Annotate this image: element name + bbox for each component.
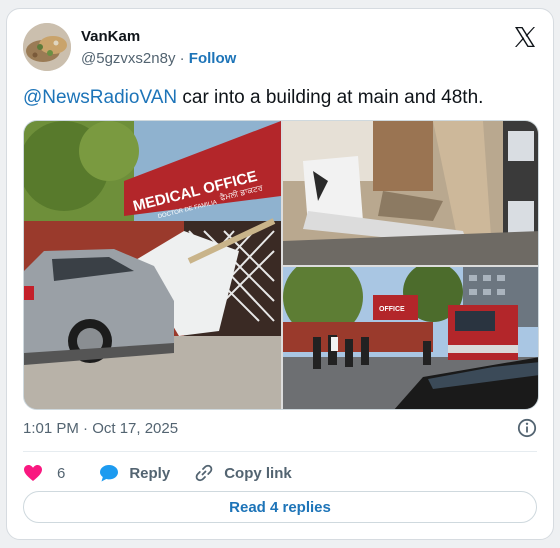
- photo-crash-scene[interactable]: MEDICAL OFFICE DOCTOR DE FAMILIA ਫੈਮਲੀ ਡ…: [24, 121, 281, 410]
- sign-office: OFFICE: [379, 306, 405, 313]
- like-count: 6: [57, 464, 66, 482]
- read-replies-button[interactable]: Read 4 replies: [23, 491, 537, 523]
- link-icon: [195, 464, 213, 482]
- action-bar: 6 Reply Copy link: [23, 461, 292, 485]
- like-button[interactable]: [23, 464, 43, 482]
- tweet-text: @NewsRadioVAN car into a building at mai…: [23, 86, 483, 110]
- photo-interior-debris[interactable]: [283, 121, 539, 265]
- follow-button[interactable]: Follow: [189, 50, 237, 67]
- photo-street-fire-truck[interactable]: OFFICE: [283, 267, 539, 410]
- avatar-photo-icon: [23, 23, 71, 71]
- tweet-timestamp[interactable]: 1:01 PM · Oct 17, 2025: [23, 420, 178, 437]
- author-display-name[interactable]: VanKam: [81, 28, 140, 45]
- divider: [23, 451, 537, 452]
- copy-link-label: Copy link: [224, 464, 292, 482]
- tweet-body: car into a building at main and 48th.: [177, 87, 484, 108]
- author-handle[interactable]: @5gzvxs2n8y: [81, 50, 175, 67]
- info-icon[interactable]: [517, 418, 537, 438]
- copy-link-button[interactable]: Copy link: [194, 463, 292, 483]
- heart-icon: [24, 465, 42, 481]
- reply-button[interactable]: Reply: [99, 464, 170, 482]
- avatar[interactable]: [23, 23, 71, 71]
- tweet-card: VanKam @5gzvxs2n8y · Follow @NewsRadioVA…: [6, 8, 554, 540]
- mention-link[interactable]: @NewsRadioVAN: [23, 87, 177, 108]
- author-handle-row: @5gzvxs2n8y · Follow: [81, 50, 236, 67]
- x-logo-icon[interactable]: [513, 25, 537, 49]
- handle-separator: ·: [179, 50, 185, 67]
- media-grid[interactable]: MEDICAL OFFICE DOCTOR DE FAMILIA ਫੈਮਲੀ ਡ…: [23, 120, 539, 410]
- reply-bubble-icon: [100, 465, 119, 482]
- reply-label: Reply: [129, 464, 171, 482]
